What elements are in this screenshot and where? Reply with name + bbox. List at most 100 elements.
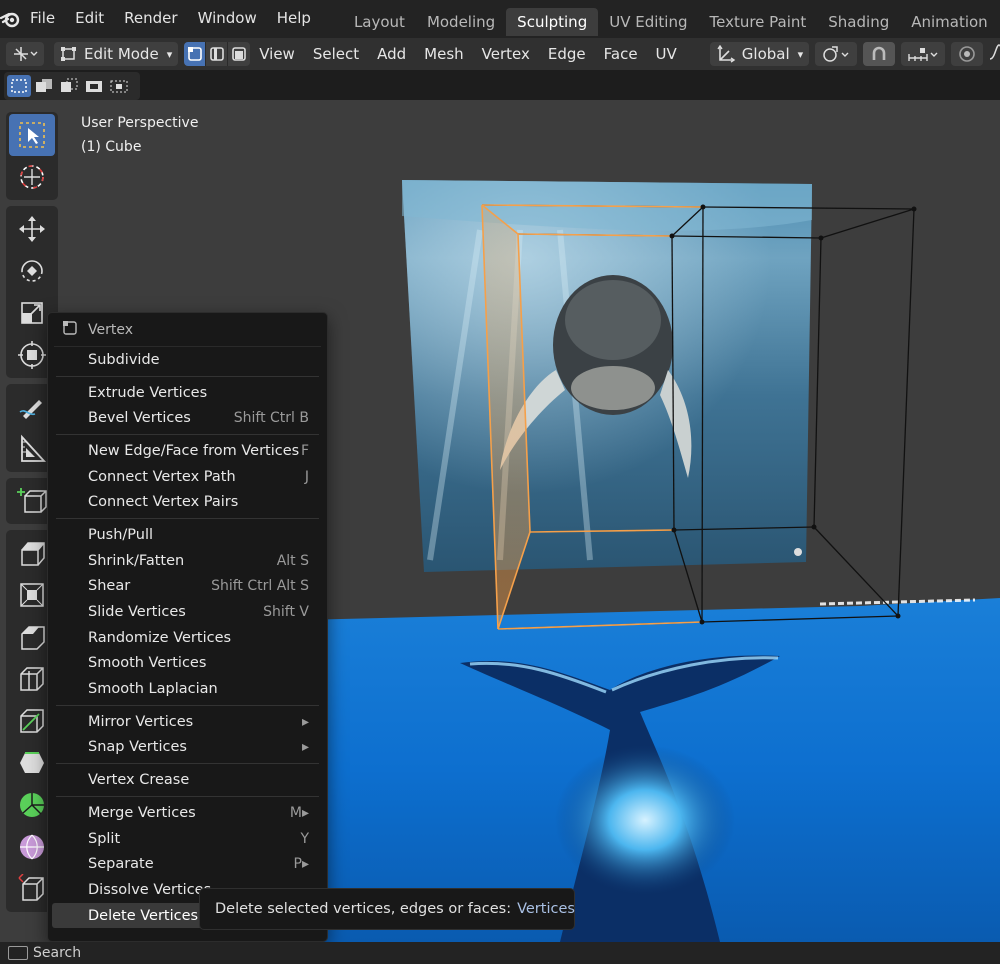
- menu-help[interactable]: Help: [267, 0, 321, 38]
- perspective-label: User Perspective: [81, 115, 199, 131]
- top-menu-bar: File Edit Render Window Help Layout Mode…: [0, 0, 1000, 38]
- menu-item-slide-vertices[interactable]: Slide Vertices Shift V: [48, 599, 327, 625]
- menu-separator: [56, 796, 319, 797]
- menu-item-shortcut: Alt S: [276, 552, 309, 569]
- menu-separator: [56, 375, 319, 377]
- menu-item-label: Shear: [88, 578, 131, 595]
- edge-select-button[interactable]: [206, 42, 229, 66]
- move-tool[interactable]: [9, 208, 55, 250]
- face-select-button[interactable]: [228, 42, 251, 66]
- transform-orientation-dropdown[interactable]: Global ▾: [709, 42, 810, 66]
- falloff-icon[interactable]: [989, 43, 1000, 65]
- menu-item-mirror-vertices[interactable]: Mirror Vertices ▸: [48, 709, 327, 735]
- menu-select[interactable]: Select: [304, 45, 368, 63]
- menu-render[interactable]: Render: [114, 0, 187, 38]
- edit-mode-icon: [61, 47, 76, 61]
- menu-item-extrude-vertices[interactable]: Extrude Vertices: [48, 380, 327, 406]
- orientation-icon: [717, 45, 736, 63]
- select-invert-button[interactable]: [82, 75, 106, 97]
- menu-mesh[interactable]: Mesh: [415, 45, 473, 63]
- select-new-button[interactable]: [7, 75, 31, 97]
- knife-icon: [20, 709, 44, 733]
- tab-layout[interactable]: Layout: [343, 8, 416, 36]
- tab-shading[interactable]: Shading: [817, 8, 900, 36]
- blender-logo-icon[interactable]: [0, 0, 20, 38]
- magnet-icon: [872, 46, 886, 60]
- menu-item-shrink-fatten[interactable]: Shrink/Fatten Alt S: [48, 548, 327, 574]
- menu-item-split[interactable]: Split Y: [48, 826, 327, 852]
- menu-separator: [56, 763, 319, 765]
- menu-item-label: Randomize Vertices: [88, 629, 232, 646]
- menu-item-connect-vertex-pairs[interactable]: Connect Vertex Pairs: [48, 489, 327, 515]
- vertex-select-icon: [187, 47, 202, 61]
- menu-item-label: Push/Pull: [88, 526, 154, 543]
- menu-item-merge-vertices[interactable]: Merge Vertices M▸: [48, 800, 327, 826]
- menu-uv[interactable]: UV: [647, 45, 686, 63]
- select-subtract-button[interactable]: [57, 75, 81, 97]
- menu-item-bevel-vertices[interactable]: Bevel Vertices Shift Ctrl B: [48, 405, 327, 431]
- select-box-tool[interactable]: [9, 114, 55, 156]
- menu-item-new-edge-face-from-vertices[interactable]: New Edge/Face from Vertices F: [48, 438, 327, 464]
- menu-edge[interactable]: Edge: [539, 45, 595, 63]
- snap-toggle[interactable]: [863, 42, 896, 66]
- vertex-select-button[interactable]: [184, 42, 207, 66]
- rotate-icon: [21, 260, 43, 282]
- select-box-icon: [19, 122, 45, 148]
- menu-item-label: Extrude Vertices: [88, 384, 208, 401]
- menu-item-label: New Edge/Face from Vertices: [88, 442, 300, 459]
- menu-item-subdivide[interactable]: Subdivide: [48, 347, 327, 373]
- menu-item-connect-vertex-path[interactable]: Connect Vertex Path J: [48, 464, 327, 490]
- select-mode-buttons: [184, 42, 251, 66]
- menu-item-label: Shrink/Fatten: [88, 552, 185, 569]
- menu-item-shortcut: F: [300, 442, 309, 459]
- tab-animation[interactable]: Animation: [900, 8, 998, 36]
- pivot-icon: [823, 46, 849, 62]
- select-extend-button[interactable]: [32, 75, 56, 97]
- menu-item-separate[interactable]: Separate P▸: [48, 851, 327, 877]
- spacebar-key-icon: [8, 946, 28, 960]
- rotate-tool[interactable]: [9, 250, 55, 292]
- proportional-edit-toggle[interactable]: [951, 42, 984, 66]
- menu-face[interactable]: Face: [595, 45, 647, 63]
- proportional-edit-icon: [959, 46, 975, 62]
- tab-modeling[interactable]: Modeling: [416, 8, 506, 36]
- select-intersect-button[interactable]: [107, 75, 131, 97]
- menu-item-shortcut: Shift Ctrl Alt S: [211, 578, 309, 595]
- menu-vertex[interactable]: Vertex: [473, 45, 539, 63]
- menu-view[interactable]: View: [250, 45, 304, 63]
- menu-item-vertex-crease[interactable]: Vertex Crease: [48, 767, 327, 793]
- menu-file[interactable]: File: [20, 0, 65, 38]
- menu-edit[interactable]: Edit: [65, 0, 114, 38]
- menu-item-push-pull[interactable]: Push/Pull: [48, 522, 327, 548]
- tab-texture-paint[interactable]: Texture Paint: [698, 8, 817, 36]
- spin-icon: [20, 793, 44, 817]
- snap-increment-icon: [908, 48, 938, 61]
- mode-dropdown[interactable]: Edit Mode ▾: [54, 42, 179, 66]
- menu-item-label: Vertex Crease: [88, 772, 190, 789]
- cursor-icon: [20, 165, 44, 189]
- menu-item-label: Bevel Vertices: [88, 410, 191, 427]
- menu-item-randomize-vertices[interactable]: Randomize Vertices: [48, 625, 327, 651]
- object-label: (1) Cube: [81, 139, 142, 155]
- menu-item-smooth-vertices[interactable]: Smooth Vertices: [48, 651, 327, 677]
- add-cube-icon: [17, 488, 47, 513]
- tab-sculpting[interactable]: Sculpting: [506, 8, 599, 36]
- menu-item-shortcut: ▸: [301, 713, 309, 730]
- menu-add[interactable]: Add: [368, 45, 415, 63]
- menu-separator: [56, 434, 319, 436]
- cursor-tool[interactable]: [9, 156, 55, 198]
- menu-item-snap-vertices[interactable]: Snap Vertices ▸: [48, 735, 327, 761]
- menu-item-smooth-laplacian[interactable]: Smooth Laplacian: [48, 676, 327, 702]
- status-search-hint: Search: [33, 945, 82, 961]
- menu-separator: [56, 704, 319, 706]
- menu-window[interactable]: Window: [188, 0, 267, 38]
- snap-target-dropdown[interactable]: [901, 42, 946, 66]
- menu-item-shortcut: M▸: [289, 804, 309, 821]
- mode-label: Edit Mode: [84, 45, 159, 63]
- pivot-point-dropdown[interactable]: [815, 42, 858, 66]
- menu-item-label: Snap Vertices: [88, 739, 187, 756]
- editor-type-dropdown[interactable]: [6, 42, 44, 66]
- tab-uv-editing[interactable]: UV Editing: [598, 8, 698, 36]
- menu-item-shortcut: Y: [300, 830, 309, 847]
- menu-item-shear[interactable]: Shear Shift Ctrl Alt S: [48, 574, 327, 600]
